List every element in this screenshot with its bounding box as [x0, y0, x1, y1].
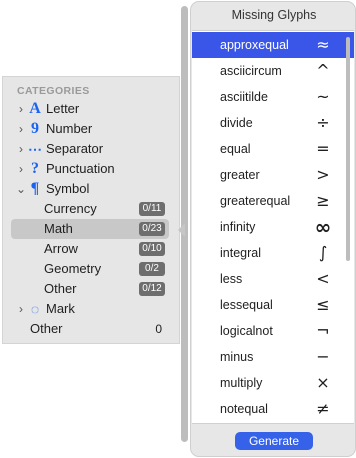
category-number[interactable]: › 9 Number [3, 119, 179, 139]
glyph-char: ÷ [316, 113, 330, 132]
category-label: Symbol [46, 181, 90, 196]
subcategory-geometry[interactable]: Geometry 0/2 [3, 259, 179, 279]
chevron-right-icon[interactable]: › [16, 159, 26, 179]
letter-icon: A [29, 100, 41, 117]
glyph-row[interactable]: multiply × [192, 370, 354, 396]
glyph-name: less [220, 272, 243, 286]
category-letter[interactable]: › A Letter [3, 99, 179, 119]
glyph-row[interactable]: infinity ∞ [192, 214, 354, 240]
glyph-row[interactable]: minus − [192, 344, 354, 370]
glyph-row[interactable]: divide ÷ [192, 110, 354, 136]
glyph-char: ≈ [316, 35, 330, 54]
count-badge: 0/2 [139, 262, 165, 276]
subcategory-label: Math [44, 221, 73, 236]
glyph-row[interactable]: logicalnot ¬ [192, 318, 354, 344]
glyph-row[interactable]: asciitilde ~ [192, 84, 354, 110]
dotted-circle-icon: ◌ [30, 301, 40, 317]
glyph-name: divide [220, 116, 253, 130]
popover-title: Missing Glyphs [231, 8, 317, 22]
glyph-row[interactable]: lessequal ≤ [192, 292, 354, 318]
glyph-row[interactable]: greater > [192, 162, 354, 188]
glyph-row[interactable]: integral ∫ [192, 240, 354, 266]
glyph-char: ~ [316, 87, 330, 106]
glyph-name: multiply [220, 376, 263, 390]
chevron-right-icon[interactable]: › [16, 119, 26, 139]
subcategory-label: Arrow [44, 241, 78, 256]
glyph-row[interactable]: equal = [192, 136, 354, 162]
glyph-char: < [316, 269, 330, 288]
categories-header: CATEGORIES [17, 85, 90, 97]
glyph-row[interactable]: notequal ≠ [192, 396, 354, 422]
count-badge: 0/12 [139, 282, 165, 296]
count-badge: 0/10 [139, 242, 165, 256]
glyph-list: approxequal ≈ asciicircum ^ asciitilde ~… [192, 30, 354, 424]
glyph-char: ≠ [316, 399, 330, 418]
category-punctuation[interactable]: › ? Punctuation [3, 159, 179, 179]
subcategory-other[interactable]: Other 0/12 [3, 279, 179, 299]
glyph-char: − [316, 347, 330, 366]
subcategory-math[interactable]: Math 0/23 [3, 219, 179, 239]
glyph-list-scrollbar[interactable] [346, 37, 350, 261]
glyph-name: lessequal [220, 298, 273, 312]
glyph-row[interactable]: less < [192, 266, 354, 292]
category-label: Number [46, 121, 93, 136]
category-symbol[interactable]: ⌄ ¶ Symbol [3, 179, 179, 199]
category-mark[interactable]: › ◌ Mark [3, 299, 179, 319]
category-label: Mark [46, 301, 75, 316]
category-label: Separator [46, 141, 104, 156]
subcategory-label: Geometry [44, 261, 102, 276]
category-separator[interactable]: › ⋯ Separator [3, 139, 179, 159]
category-count: 0 [155, 322, 162, 336]
glyph-name: logicalnot [220, 324, 273, 338]
glyph-char: × [316, 373, 330, 392]
glyph-name: equal [220, 142, 251, 156]
chevron-right-icon[interactable]: › [16, 299, 26, 319]
count-badge: 0/23 [139, 222, 165, 236]
glyph-name: greaterequal [220, 194, 291, 208]
subcategory-currency[interactable]: Currency 0/11 [3, 199, 179, 219]
glyph-name: greater [220, 168, 260, 182]
glyph-name: integral [220, 246, 261, 260]
glyph-char: ¬ [316, 321, 330, 340]
count-badge: 0/11 [139, 202, 165, 216]
glyph-name: minus [220, 350, 254, 364]
punctuation-icon: ? [31, 160, 39, 177]
glyph-name: infinity [220, 220, 256, 234]
category-label: Other [30, 321, 63, 336]
glyph-char: ∫ [318, 243, 328, 262]
subcategory-label: Currency [44, 201, 97, 216]
glyph-name: notequal [220, 402, 268, 416]
missing-glyphs-popover: Missing Glyphs approxequal ≈ asciicircum… [190, 1, 356, 457]
glyph-name: approxequal [220, 38, 289, 52]
category-label: Letter [46, 101, 80, 116]
category-other[interactable]: Other 0 [3, 319, 179, 339]
chevron-down-icon[interactable]: ⌄ [16, 179, 26, 199]
glyph-char: ≤ [316, 295, 330, 314]
chevron-right-icon[interactable]: › [16, 99, 26, 119]
glyph-char: ∞ [314, 215, 332, 239]
glyph-row[interactable]: approxequal ≈ [192, 32, 354, 58]
glyph-char: = [316, 139, 330, 158]
chevron-right-icon[interactable]: › [16, 139, 26, 159]
glyph-row[interactable]: greaterequal ≥ [192, 188, 354, 214]
glyph-row[interactable]: asciicircum ^ [192, 58, 354, 84]
subcategory-arrow[interactable]: Arrow 0/10 [3, 239, 179, 259]
number-icon: 9 [31, 120, 39, 137]
category-label: Punctuation [46, 161, 115, 176]
glyph-char: ≥ [316, 191, 330, 210]
glyph-name: asciicircum [220, 64, 282, 78]
subcategory-label: Other [44, 281, 77, 296]
glyph-char: > [316, 165, 330, 184]
categories-panel: CATEGORIES › A Letter › 9 Number › ⋯ Sep… [2, 76, 180, 344]
glyph-char: ^ [316, 61, 330, 80]
generate-button[interactable]: Generate [235, 432, 313, 450]
separator-icon: ⋯ [28, 141, 42, 157]
glyph-name: asciitilde [220, 90, 268, 104]
popover-pointer [178, 223, 185, 237]
pilcrow-icon: ¶ [30, 180, 40, 197]
